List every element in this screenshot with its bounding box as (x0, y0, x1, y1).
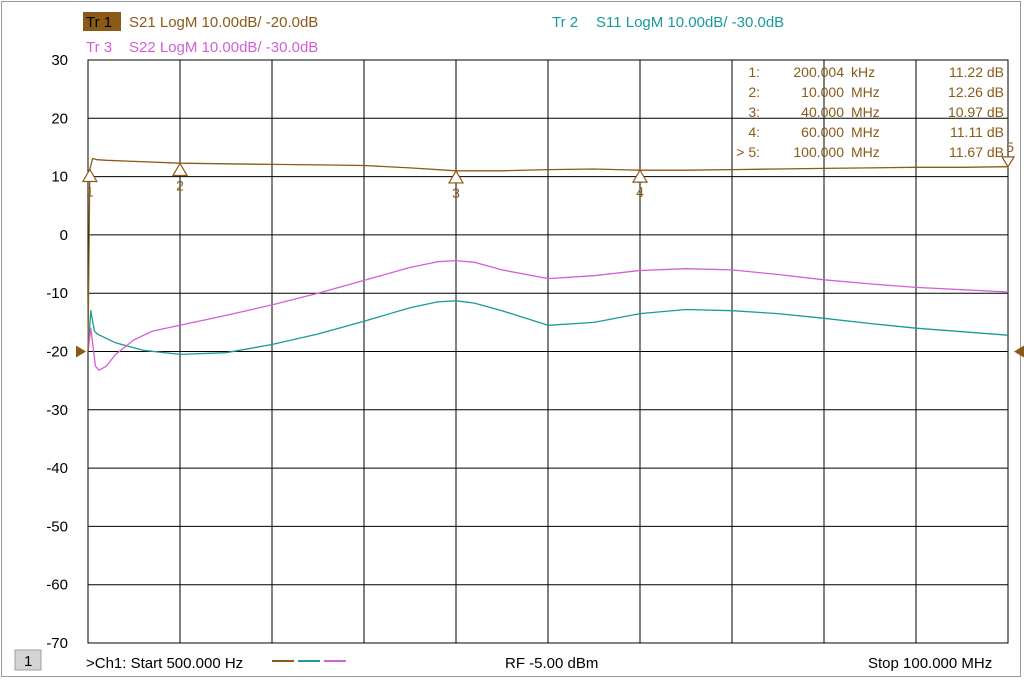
marker-row-unit: MHz (851, 124, 880, 140)
y-tick-label: 20 (51, 110, 68, 127)
marker-row-number: 3: (748, 104, 760, 120)
marker-5-label: 5 (1006, 139, 1014, 155)
y-axis-ticks: 30 20 10 0 -10 -20 -30 -40 -50 -60 -70 (46, 52, 68, 652)
channel-badge[interactable]: 1 (24, 653, 32, 670)
y-tick-label: -60 (46, 577, 68, 594)
start-frequency[interactable]: >Ch1: Start 500.000 Hz (86, 655, 243, 672)
y-tick-label: 0 (60, 227, 68, 244)
marker-row-value: 10.97 dB (948, 104, 1004, 120)
trace-3-badge[interactable]: Tr 3 (86, 39, 112, 56)
marker-row-frequency: 40.000 (801, 104, 844, 120)
marker-row-frequency: 100.000 (793, 144, 844, 160)
trace-3-label[interactable]: S22 LogM 10.00dB/ -30.0dB (129, 39, 318, 56)
marker-row-number: 2: (748, 84, 760, 100)
marker-row-frequency: 10.000 (801, 84, 844, 100)
network-analyzer-chart: 3020100-10-20-30-40-50-60-70 1 2 3 45 Tr 1 … (14, 12, 1024, 672)
trace-1-badge[interactable]: Tr 1 (86, 14, 112, 31)
rf-power[interactable]: RF -5.00 dBm (505, 655, 598, 672)
stop-frequency[interactable]: Stop 100.000 MHz (868, 655, 992, 672)
marker-row-value: 12.26 dB (948, 84, 1004, 100)
y-tick-label: -70 (46, 635, 68, 652)
marker-row-value: 11.67 dB (949, 144, 1004, 160)
y-tick-label: -30 (46, 402, 68, 419)
marker-row-frequency: 200.004 (793, 64, 844, 80)
marker-3-label: 3 (452, 185, 460, 201)
y-tick-label: -20 (46, 344, 68, 361)
y-tick-label: 10 (51, 169, 68, 186)
marker-row-frequency: 60.000 (801, 124, 844, 140)
grid (76, 59, 1024, 644)
reference-level-right (1014, 345, 1024, 358)
y-tick-label: -10 (46, 285, 68, 302)
marker-4-label: 4 (636, 184, 644, 200)
trace-2-label[interactable]: S11 LogM 10.00dB/ -30.0dB (596, 14, 784, 31)
marker-row-value: 11.11 dB (950, 124, 1004, 140)
marker-row-unit: MHz (851, 104, 880, 120)
trace-2-badge[interactable]: Tr 2 (552, 14, 578, 31)
trace-1-label[interactable]: S21 LogM 10.00dB/ -20.0dB (129, 14, 318, 31)
y-tick-label: -40 (46, 460, 68, 477)
marker-1-triangle (81, 168, 98, 183)
y-tick-label: -50 (46, 518, 68, 535)
marker-1-label: 1 (86, 183, 94, 199)
marker-row-unit: MHz (851, 144, 880, 160)
marker-row-value: 11.22 dB (949, 64, 1004, 80)
marker-row-unit: MHz (851, 84, 880, 100)
marker-2-label: 2 (176, 177, 184, 193)
marker-row-number: > 5: (736, 144, 760, 160)
marker-table: 1: 200.004 kHz 11.22 dB 2: 10.000 MHz 12.26 dB 3… (736, 64, 1004, 160)
reference-level-left (76, 345, 86, 358)
marker-2-triangle (171, 162, 189, 177)
marker-row-number: 1: (748, 64, 760, 80)
y-tick-label: 30 (51, 52, 68, 69)
marker-row-unit: kHz (851, 64, 875, 80)
marker-row-number: 4: (748, 124, 760, 140)
